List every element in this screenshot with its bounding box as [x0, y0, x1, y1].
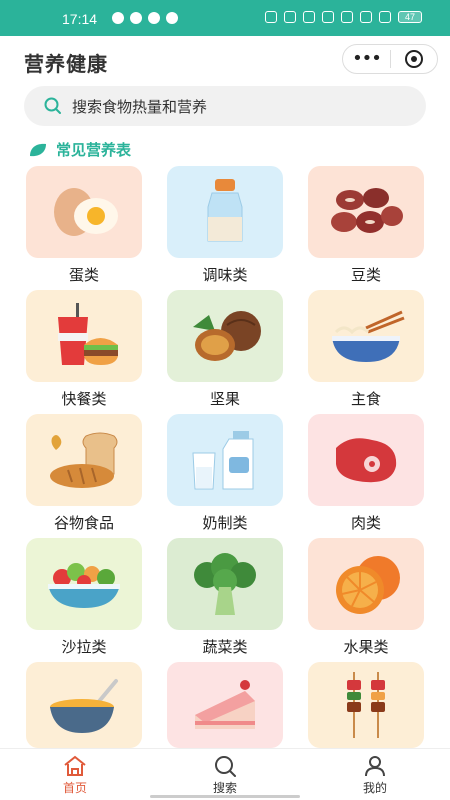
- broccoli-icon: [194, 553, 256, 615]
- milk-icon: [192, 431, 254, 490]
- search-icon: [215, 756, 236, 777]
- category-item[interactable]: 坚果: [167, 290, 283, 414]
- meat-icon: [336, 438, 397, 483]
- category-grid: 蛋类 调味类 豆类 快餐类 坚果 主食 谷物食品 奶制类 肉类 沙拉类 蔬菜类 …: [26, 166, 424, 786]
- fast-food-icon: [58, 303, 118, 365]
- alarm-icon: [284, 11, 296, 23]
- category-item[interactable]: 奶制类: [167, 414, 283, 538]
- tab-label: 我的: [362, 781, 387, 795]
- category-item[interactable]: 谷物食品: [26, 414, 142, 538]
- tab-home[interactable]: 首页: [0, 749, 150, 800]
- bread-grain-icon: [50, 432, 118, 488]
- wifi-icon: [341, 11, 353, 23]
- category-label: 肉类: [350, 514, 381, 532]
- beans-icon: [331, 188, 403, 233]
- category-tile[interactable]: [167, 662, 283, 748]
- cake-icon: [195, 680, 255, 729]
- nuts-icon: [193, 311, 261, 361]
- notification-icon: [148, 12, 160, 24]
- app-title: 营养健康: [24, 52, 108, 76]
- category-label: 水果类: [343, 638, 389, 656]
- category-item[interactable]: 水果类: [308, 538, 424, 662]
- category-tile[interactable]: [167, 538, 283, 630]
- category-label: 谷物食品: [53, 514, 114, 532]
- category-item[interactable]: 豆类: [308, 166, 424, 290]
- battery-icon: 47: [398, 11, 422, 23]
- category-tile[interactable]: [26, 166, 142, 258]
- category-tile[interactable]: [308, 414, 424, 506]
- system-icons: 47: [265, 11, 422, 23]
- orange-icon: [336, 556, 400, 614]
- category-tile[interactable]: [26, 662, 142, 748]
- salad-icon: [48, 563, 120, 608]
- skewer-icon: [347, 672, 385, 738]
- category-tile[interactable]: [26, 290, 142, 382]
- bluetooth-icon: [322, 11, 334, 23]
- tab-search[interactable]: 搜索: [150, 749, 300, 800]
- close-circle-icon: [404, 50, 423, 68]
- section-header: 常见营养表: [28, 139, 131, 160]
- user-icon: [365, 756, 385, 777]
- noodle-bowl-icon: [332, 310, 405, 362]
- egg-icon: [54, 188, 118, 236]
- status-bar: 17:14 47: [0, 0, 450, 36]
- more-button[interactable]: •••: [343, 45, 390, 73]
- category-tile[interactable]: [308, 290, 424, 382]
- category-tile[interactable]: [167, 290, 283, 382]
- bottom-tab-bar: 首页 搜索 我的: [0, 748, 450, 800]
- signal-icon: [379, 11, 391, 23]
- search-bar[interactable]: 搜索食物热量和营养: [24, 86, 426, 126]
- category-item[interactable]: 调味类: [167, 166, 283, 290]
- category-tile[interactable]: [26, 414, 142, 506]
- hd-icon: [360, 11, 372, 23]
- home-indicator: [150, 795, 300, 798]
- search-placeholder: 搜索食物热量和营养: [72, 97, 208, 116]
- category-label: 蛋类: [68, 266, 99, 284]
- leaf-icon: [30, 143, 46, 156]
- search-icon: [44, 97, 61, 114]
- category-item[interactable]: 快餐类: [26, 290, 142, 414]
- category-item[interactable]: 蛋类: [26, 166, 142, 290]
- category-label: 豆类: [350, 266, 381, 284]
- tab-label: 搜索: [212, 781, 237, 795]
- section-title: 常见营养表: [56, 141, 132, 159]
- category-item[interactable]: 沙拉类: [26, 538, 142, 662]
- category-label: 蔬菜类: [202, 638, 248, 656]
- category-label: 调味类: [202, 266, 248, 284]
- category-tile[interactable]: [26, 538, 142, 630]
- category-tile[interactable]: [308, 166, 424, 258]
- nfc-icon: [265, 11, 277, 23]
- category-item[interactable]: 肉类: [308, 414, 424, 538]
- category-label: 坚果: [209, 390, 240, 408]
- home-icon: [64, 755, 86, 776]
- notification-icons: [112, 12, 178, 24]
- battery-level: 47: [404, 12, 415, 22]
- category-item[interactable]: 蔬菜类: [167, 538, 283, 662]
- notification-icon: [166, 12, 178, 24]
- notification-icon: [112, 12, 124, 24]
- category-label: 快餐类: [61, 390, 107, 408]
- category-item[interactable]: 主食: [308, 290, 424, 414]
- status-time: 17:14: [62, 11, 98, 27]
- category-label: 沙拉类: [61, 638, 107, 656]
- category-tile[interactable]: [308, 662, 424, 748]
- app-bar: 营养健康 •••: [0, 36, 450, 84]
- category-label: 奶制类: [202, 514, 248, 532]
- notification-icon: [130, 12, 142, 24]
- category-tile[interactable]: [308, 538, 424, 630]
- soup-bowl-icon: [50, 679, 118, 733]
- close-button[interactable]: [391, 49, 437, 69]
- seasoning-bottle-icon: [207, 179, 243, 242]
- tab-profile[interactable]: 我的: [300, 749, 450, 800]
- category-tile[interactable]: [167, 414, 283, 506]
- tab-label: 首页: [62, 781, 87, 795]
- category-tile[interactable]: [167, 166, 283, 258]
- category-label: 主食: [350, 390, 381, 408]
- mini-program-capsule: •••: [342, 44, 438, 74]
- mute-icon: [303, 11, 315, 23]
